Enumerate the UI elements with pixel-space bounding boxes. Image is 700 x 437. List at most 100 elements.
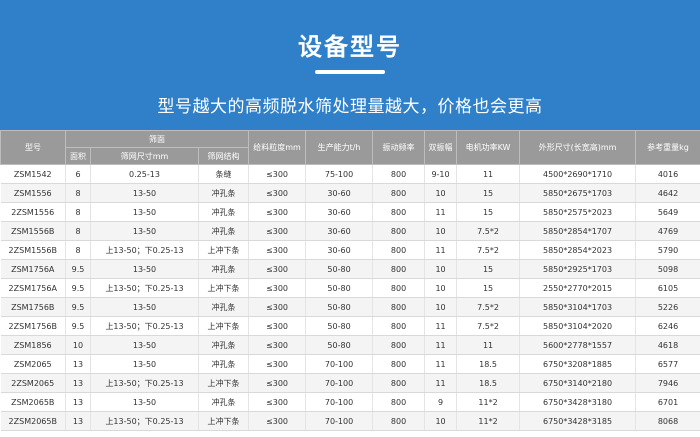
mesh-size-cell: 13-50	[90, 259, 199, 279]
area-cell: 13	[65, 392, 91, 412]
dimensions-cell: 5850*3104*2020	[519, 316, 637, 336]
weight-cell: 5790	[635, 240, 700, 260]
weight-cell: 6105	[635, 278, 700, 298]
dimensions-cell: 5850*3104*1703	[519, 297, 637, 317]
model-cell: 2ZSM2065	[0, 373, 66, 393]
mesh-structure-cell: 上冲下条	[198, 373, 250, 393]
capacity-cell: 70-100	[305, 373, 374, 393]
dimensions-cell: 5850*2854*1707	[519, 221, 637, 241]
mesh-size-cell: 上13-50；下0.25-13	[90, 411, 199, 431]
mesh-structure-cell: 条缝	[198, 164, 250, 184]
vibration-frequency-cell: 800	[372, 164, 426, 184]
motor-power-cell: 7.5*2	[456, 297, 521, 317]
motor-power-cell: 7.5*2	[456, 316, 521, 336]
table-row: ZSM1756A 9.5 13-50 冲孔条 ≤300 50-80 800 10 15 5850*…	[0, 259, 700, 279]
motor-power-cell: 11	[456, 335, 521, 355]
title-underline	[315, 70, 385, 74]
mesh-structure-cell: 冲孔条	[198, 259, 250, 279]
dimensions-cell: 5600*2778*1557	[519, 335, 637, 355]
amplitude-cell: 11	[424, 354, 458, 374]
feed-size-cell: ≤300	[248, 392, 307, 412]
table-row: 2ZSM1556 8 13-50 冲孔条 ≤300 30-60 800 11 15 5850*25…	[0, 202, 700, 222]
header-feed-size: 给料粒度mm	[248, 130, 307, 165]
mesh-size-cell: 13-50	[90, 297, 199, 317]
dimensions-cell: 6750*3428*3185	[519, 411, 637, 431]
feed-size-cell: ≤300	[248, 278, 307, 298]
table-row: ZSM1556 8 13-50 冲孔条 ≤300 30-60 800 10 15 5850*267…	[0, 183, 700, 203]
mesh-size-cell: 13-50	[90, 392, 199, 412]
mesh-size-cell: 上13-50；下0.25-13	[90, 316, 199, 336]
area-cell: 8	[65, 221, 91, 241]
weight-cell: 6577	[635, 354, 700, 374]
vibration-frequency-cell: 800	[372, 183, 426, 203]
model-cell: ZSM1856	[0, 335, 66, 355]
table-row: 2ZSM1756B 9.5 上13-50；下0.25-13 上冲下条 ≤300 50-80…	[0, 316, 700, 336]
dimensions-cell: 6750*3428*3180	[519, 392, 637, 412]
capacity-cell: 70-100	[305, 411, 374, 431]
weight-cell: 4618	[635, 335, 700, 355]
header-capacity: 生产能力t/h	[305, 130, 374, 165]
capacity-cell: 50-80	[305, 316, 374, 336]
feed-size-cell: ≤300	[248, 335, 307, 355]
feed-size-cell: ≤300	[248, 354, 307, 374]
dimensions-cell: 5850*2575*2023	[519, 202, 637, 222]
table-body: ZSM1542 6 0.25-13 条缝 ≤300 75-100 800 9-10 11 4500…	[0, 164, 700, 431]
vibration-frequency-cell: 800	[372, 373, 426, 393]
vibration-frequency-cell: 800	[372, 392, 426, 412]
area-cell: 13	[65, 373, 91, 393]
vibration-frequency-cell: 800	[372, 297, 426, 317]
mesh-size-cell: 上13-50；下0.25-13	[90, 373, 199, 393]
mesh-size-cell: 13-50	[90, 202, 199, 222]
model-cell: ZSM2065B	[0, 392, 66, 412]
mesh-size-cell: 13-50	[90, 183, 199, 203]
amplitude-cell: 10	[424, 411, 458, 431]
model-cell: ZSM2065	[0, 354, 66, 374]
amplitude-cell: 9	[424, 392, 458, 412]
amplitude-cell: 11	[424, 202, 458, 222]
motor-power-cell: 15	[456, 278, 521, 298]
motor-power-cell: 15	[456, 202, 521, 222]
model-cell: 2ZSM1556B	[0, 240, 66, 260]
amplitude-cell: 11	[424, 335, 458, 355]
header-mesh-size: 筛网尺寸mm	[90, 147, 199, 165]
motor-power-cell: 15	[456, 259, 521, 279]
area-cell: 9.5	[65, 259, 91, 279]
model-cell: ZSM1756B	[0, 297, 66, 317]
table-row: ZSM1556B 8 13-50 冲孔条 ≤300 30-60 800 10 7.5*2 5850…	[0, 221, 700, 241]
mesh-structure-cell: 上冲下条	[198, 240, 250, 260]
mesh-size-cell: 0.25-13	[90, 164, 199, 184]
table-row: 2ZSM2065B 13 上13-50；下0.25-13 上冲下条 ≤300 70-100…	[0, 411, 700, 431]
feed-size-cell: ≤300	[248, 316, 307, 336]
page-title: 设备型号	[298, 33, 402, 61]
mesh-structure-cell: 上冲下条	[198, 278, 250, 298]
vibration-frequency-cell: 800	[372, 221, 426, 241]
capacity-cell: 30-60	[305, 240, 374, 260]
mesh-structure-cell: 冲孔条	[198, 202, 250, 222]
weight-cell: 4016	[635, 164, 700, 184]
area-cell: 13	[65, 411, 91, 431]
area-cell: 8	[65, 202, 91, 222]
motor-power-cell: 18.5	[456, 354, 521, 374]
header-vibration-frequency: 振动频率	[372, 130, 426, 165]
model-cell: ZSM1556B	[0, 221, 66, 241]
amplitude-cell: 10	[424, 297, 458, 317]
weight-cell: 5649	[635, 202, 700, 222]
vibration-frequency-cell: 800	[372, 202, 426, 222]
vibration-frequency-cell: 800	[372, 411, 426, 431]
mesh-structure-cell: 上冲下条	[198, 411, 250, 431]
vibration-frequency-cell: 800	[372, 259, 426, 279]
table-row: ZSM2065 13 13-50 冲孔条 ≤300 70-100 800 11 18.5 6750…	[0, 354, 700, 374]
header-weight: 参考重量kg	[635, 130, 700, 165]
table-row: 2ZSM1756A 9.5 上13-50；下0.25-13 上冲下条 ≤300 50-80…	[0, 278, 700, 298]
capacity-cell: 30-60	[305, 183, 374, 203]
motor-power-cell: 18.5	[456, 373, 521, 393]
mesh-size-cell: 上13-50；下0.25-13	[90, 278, 199, 298]
feed-size-cell: ≤300	[248, 411, 307, 431]
amplitude-cell: 10	[424, 259, 458, 279]
capacity-cell: 75-100	[305, 164, 374, 184]
vibration-frequency-cell: 800	[372, 316, 426, 336]
header-dimensions: 外形尺寸(长宽高)mm	[519, 130, 637, 165]
area-cell: 10	[65, 335, 91, 355]
mesh-size-cell: 13-50	[90, 354, 199, 374]
vibration-frequency-cell: 800	[372, 240, 426, 260]
